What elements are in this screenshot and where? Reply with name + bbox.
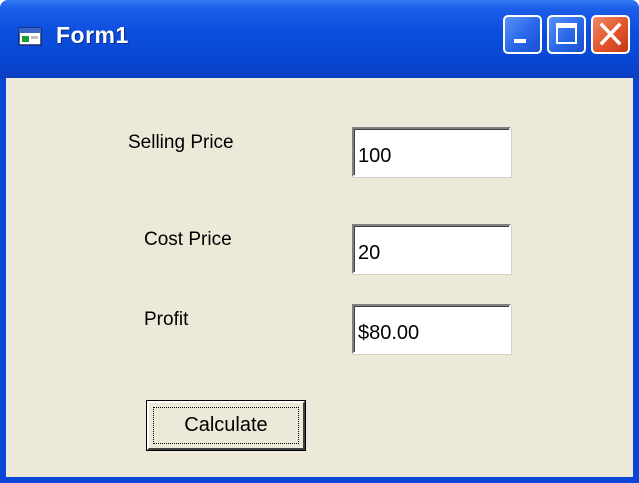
- minimize-button[interactable]: [503, 15, 542, 54]
- close-icon: [599, 22, 622, 46]
- minimize-icon: [514, 39, 526, 43]
- cost-price-input[interactable]: [352, 224, 511, 274]
- title-bar[interactable]: Form1: [0, 0, 639, 78]
- form-client-area: Selling Price Cost Price Profit Calculat…: [6, 78, 633, 477]
- selling-price-input[interactable]: [352, 127, 511, 177]
- profit-label: Profit: [144, 309, 189, 330]
- calculate-label: Calculate: [153, 407, 299, 444]
- calculate-button[interactable]: Calculate: [147, 401, 305, 450]
- form1-window: Form1 Selling Price Cost Price Profit: [0, 0, 639, 483]
- cost-price-label: Cost Price: [144, 229, 232, 250]
- window-title: Form1: [56, 22, 129, 48]
- close-button[interactable]: [591, 15, 630, 54]
- maximize-button[interactable]: [547, 15, 586, 54]
- form-icon: [18, 25, 44, 47]
- maximize-icon: [556, 23, 577, 44]
- selling-price-label: Selling Price: [128, 132, 234, 153]
- profit-output[interactable]: [352, 304, 511, 354]
